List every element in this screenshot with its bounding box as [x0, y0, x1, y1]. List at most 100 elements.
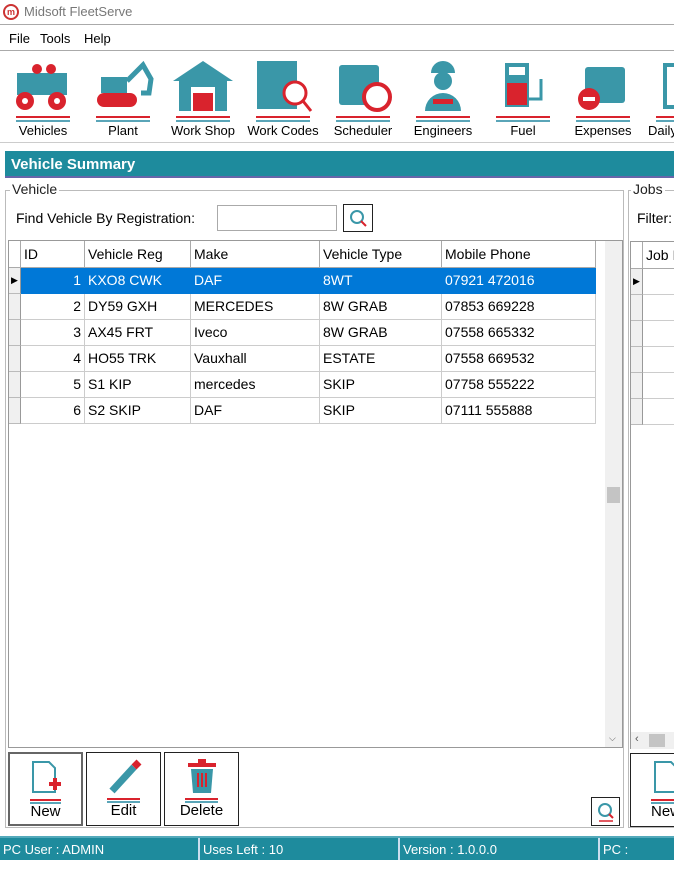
column-header-job[interactable]: Job I — [643, 242, 674, 269]
toolbar-engineers-button[interactable]: Engineers — [406, 56, 480, 142]
row-header[interactable] — [9, 320, 21, 346]
table-cell[interactable]: 07758 555222 — [442, 372, 596, 398]
table-cell[interactable]: 8W GRAB — [320, 294, 442, 320]
menu-help[interactable]: Help — [84, 31, 111, 46]
table-cell[interactable]: ESTATE — [320, 346, 442, 372]
code-search-icon — [251, 59, 315, 113]
toolbar-vehicles-button[interactable]: Vehicles — [6, 56, 80, 142]
column-header-reg[interactable]: Vehicle Reg — [85, 241, 191, 268]
section-header: Vehicle Summary — [5, 151, 674, 178]
toolbar-fuel-button[interactable]: Fuel — [486, 56, 560, 142]
table-cell[interactable]: mercedes — [191, 372, 320, 398]
table-row[interactable]: ▶1KXO8 CWKDAF8WT07921 472016 — [9, 268, 595, 294]
grid-search-button[interactable] — [591, 797, 620, 826]
current-row-arrow-icon: ▶ — [633, 276, 640, 287]
row-header[interactable] — [9, 294, 21, 320]
column-header-make[interactable]: Make — [191, 241, 320, 268]
row-header[interactable] — [631, 295, 643, 321]
row-header[interactable] — [631, 347, 643, 373]
table-row[interactable] — [631, 321, 674, 347]
table-cell[interactable] — [643, 399, 674, 425]
delete-vehicle-button[interactable]: Delete — [164, 752, 239, 826]
table-row[interactable] — [631, 295, 674, 321]
table-cell[interactable]: SKIP — [320, 398, 442, 424]
table-row[interactable]: 3AX45 FRTIveco8W GRAB07558 665332 — [9, 320, 595, 346]
row-header[interactable] — [631, 321, 643, 347]
toolbar-workshop-button[interactable]: Work Shop — [166, 56, 240, 142]
row-header[interactable] — [631, 399, 643, 425]
table-row[interactable] — [631, 347, 674, 373]
table-row[interactable] — [631, 373, 674, 399]
column-header-type[interactable]: Vehicle Type — [320, 241, 442, 268]
table-cell[interactable]: 6 — [21, 398, 85, 424]
table-cell[interactable]: DAF — [191, 398, 320, 424]
engineer-icon — [411, 59, 475, 113]
table-cell[interactable] — [643, 269, 674, 295]
menu-tools[interactable]: Tools — [40, 31, 70, 46]
table-cell[interactable]: MERCEDES — [191, 294, 320, 320]
table-cell[interactable]: 8WT — [320, 268, 442, 294]
table-cell[interactable]: 3 — [21, 320, 85, 346]
table-cell[interactable]: 07111 555888 — [442, 398, 596, 424]
new-job-button[interactable]: New — [630, 753, 674, 827]
toolbar-plant-button[interactable]: Plant — [86, 56, 160, 142]
trash-icon — [185, 759, 219, 795]
scroll-thumb[interactable] — [649, 734, 665, 747]
table-cell[interactable]: 4 — [21, 346, 85, 372]
table-row[interactable]: 4HO55 TRKVauxhallESTATE07558 669532 — [9, 346, 595, 372]
table-cell[interactable]: 8W GRAB — [320, 320, 442, 346]
table-cell[interactable] — [643, 373, 674, 399]
table-row[interactable]: 2DY59 GXHMERCEDES8W GRAB07853 669228 — [9, 294, 595, 320]
table-cell[interactable]: 5 — [21, 372, 85, 398]
row-header[interactable] — [9, 346, 21, 372]
column-header-id[interactable]: ID — [21, 241, 85, 268]
row-header[interactable] — [631, 373, 643, 399]
table-cell[interactable]: HO55 TRK — [85, 346, 191, 372]
vertical-scrollbar[interactable]: ⌵ — [605, 241, 622, 747]
new-vehicle-button[interactable]: New — [8, 752, 83, 826]
table-cell[interactable] — [643, 347, 674, 373]
column-header-phone[interactable]: Mobile Phone — [442, 241, 596, 268]
table-cell[interactable]: Iveco — [191, 320, 320, 346]
table-row[interactable]: 6S2 SKIPDAFSKIP07111 555888 — [9, 398, 595, 424]
table-cell[interactable]: 07558 665332 — [442, 320, 596, 346]
table-cell[interactable]: S1 KIP — [85, 372, 191, 398]
edit-vehicle-button[interactable]: Edit — [86, 752, 161, 826]
scroll-thumb[interactable] — [607, 487, 620, 503]
table-cell[interactable]: S2 SKIP — [85, 398, 191, 424]
toolbar-expenses-button[interactable]: Expenses — [566, 56, 640, 142]
row-header[interactable]: ▶ — [631, 269, 643, 295]
toolbar-label: Daily — [648, 123, 674, 138]
row-header[interactable] — [9, 398, 21, 424]
table-cell[interactable]: DY59 GXH — [85, 294, 191, 320]
table-cell[interactable]: KXO8 CWK — [85, 268, 191, 294]
menu-file[interactable]: File — [9, 31, 30, 46]
table-cell[interactable]: AX45 FRT — [85, 320, 191, 346]
list-icon — [651, 59, 674, 113]
find-registration-input[interactable] — [217, 205, 337, 231]
table-cell[interactable]: 07558 669532 — [442, 346, 596, 372]
table-cell[interactable]: 2 — [21, 294, 85, 320]
jobs-group: Jobs Filter: Job I ▶ ‹ New — [628, 190, 674, 828]
scroll-left-arrow-icon[interactable]: ‹ — [635, 733, 639, 745]
row-header[interactable]: ▶ — [9, 268, 21, 294]
table-cell[interactable]: DAF — [191, 268, 320, 294]
toolbar: Vehicles Plant Work Shop Work Codes Sche… — [0, 52, 674, 143]
table-cell[interactable]: Vauxhall — [191, 346, 320, 372]
row-header[interactable] — [9, 372, 21, 398]
table-row[interactable]: 5S1 KIPmercedesSKIP07758 555222 — [9, 372, 595, 398]
find-search-button[interactable] — [343, 204, 373, 232]
table-cell[interactable]: 07921 472016 — [442, 268, 596, 294]
table-cell[interactable] — [643, 295, 674, 321]
table-row[interactable] — [631, 399, 674, 425]
toolbar-scheduler-button[interactable]: Scheduler — [326, 56, 400, 142]
toolbar-workcodes-button[interactable]: Work Codes — [246, 56, 320, 142]
toolbar-daily-button[interactable]: Daily — [646, 56, 674, 142]
horizontal-scrollbar[interactable]: ‹ — [631, 732, 674, 749]
table-cell[interactable] — [643, 321, 674, 347]
table-cell[interactable]: 1 — [21, 268, 85, 294]
table-row[interactable]: ▶ — [631, 269, 674, 295]
table-cell[interactable]: 07853 669228 — [442, 294, 596, 320]
scroll-down-arrow-icon[interactable]: ⌵ — [609, 733, 616, 744]
table-cell[interactable]: SKIP — [320, 372, 442, 398]
